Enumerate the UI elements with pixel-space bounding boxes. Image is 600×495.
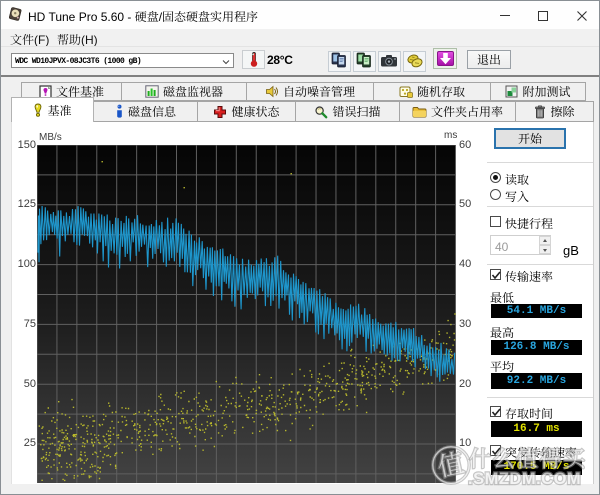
svg-text:什么值得买: 什么值得买	[469, 443, 587, 474]
svg-text:.SMZDM.COM: .SMZDM.COM	[468, 470, 581, 488]
